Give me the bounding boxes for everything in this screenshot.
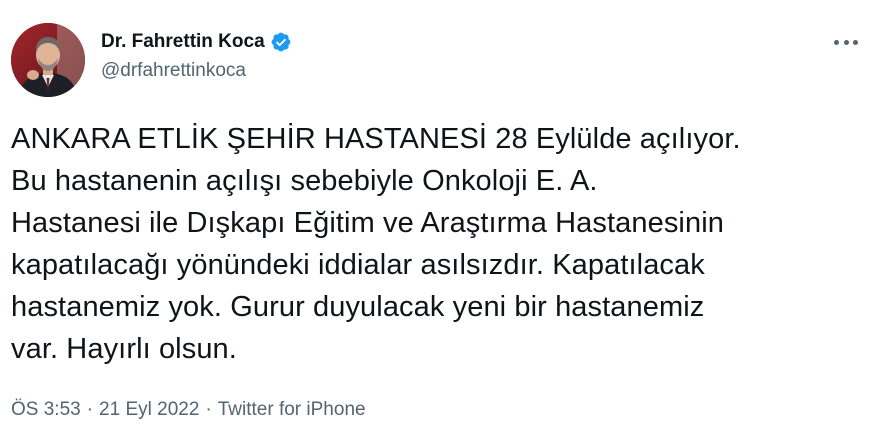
tweet-metadata: ÖS 3:53 · 21 Eyl 2022 · Twitter for iPhone: [11, 398, 366, 422]
tweet-text: ANKARA ETLİK ŞEHİR HASTANESİ 28 Eylülde …: [11, 123, 741, 365]
tweet-date[interactable]: 21 Eyl 2022: [99, 399, 199, 420]
verified-badge-icon: [270, 31, 292, 53]
name-row: Dr. Fahrettin Koca: [101, 30, 292, 54]
dot: [843, 39, 849, 45]
more-horizontal-icon[interactable]: [834, 30, 858, 54]
avatar[interactable]: [11, 23, 85, 97]
tweet-time[interactable]: ÖS 3:53: [11, 399, 81, 420]
tweet-source-link[interactable]: Twitter for iPhone: [218, 399, 366, 420]
tweet-header: Dr. Fahrettin Koca @drfahrettinkoca: [101, 30, 292, 83]
separator: ·: [86, 399, 94, 420]
display-name[interactable]: Dr. Fahrettin Koca: [101, 30, 265, 54]
dot: [853, 39, 858, 45]
tweet-card: Dr. Fahrettin Koca @drfahrettinkoca ANKA…: [0, 0, 876, 441]
separator: ·: [205, 399, 212, 420]
dot: [834, 39, 839, 45]
avatar-image: [11, 23, 85, 97]
user-handle[interactable]: @drfahrettinkoca: [101, 59, 292, 83]
